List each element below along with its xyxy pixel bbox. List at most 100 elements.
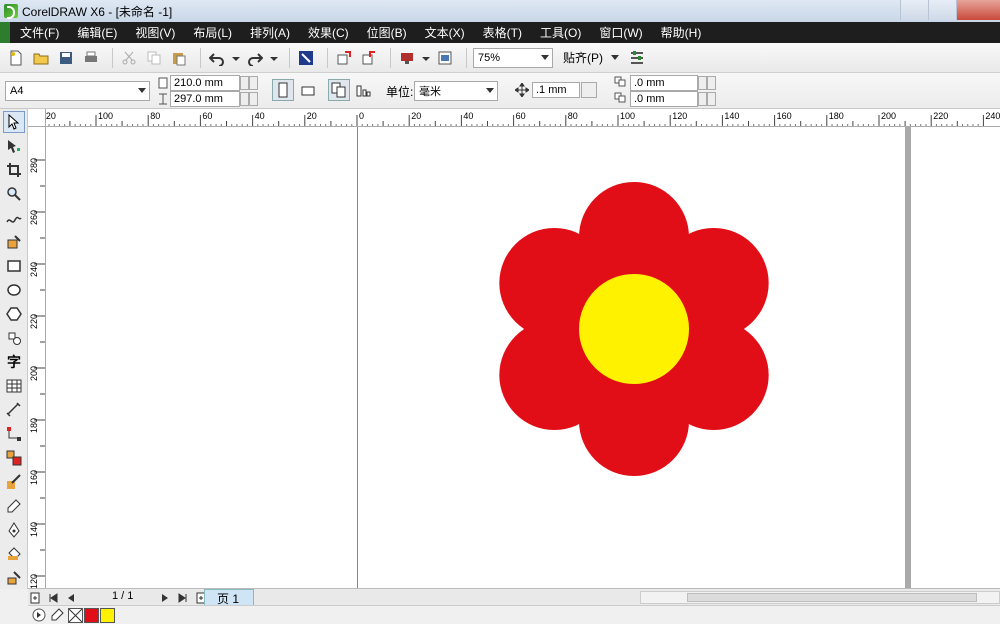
flower-drawing[interactable] <box>46 127 1000 588</box>
menu-edit[interactable]: 编辑(E) <box>77 24 117 41</box>
duplicate-y-spinner[interactable] <box>698 92 707 106</box>
polygon-tool[interactable] <box>3 303 25 325</box>
undo-dropdown[interactable] <box>232 48 240 68</box>
previous-page-button[interactable] <box>64 591 78 605</box>
units-select[interactable]: 毫米 <box>414 81 498 101</box>
page-width-field[interactable]: 210.0 mm <box>170 75 240 91</box>
duplicate-x-spinner-up[interactable] <box>707 76 716 90</box>
first-page-button[interactable] <box>46 591 60 605</box>
all-pages-button[interactable] <box>328 79 350 101</box>
no-color-swatch[interactable] <box>68 607 83 623</box>
color-swatch-yellow[interactable] <box>100 607 115 623</box>
menu-window[interactable]: 窗口(W) <box>599 24 642 41</box>
drawing-canvas[interactable] <box>46 127 1000 588</box>
next-page-button[interactable] <box>158 591 172 605</box>
menu-text[interactable]: 文本(X) <box>425 24 465 41</box>
standard-toolbar: 75% 贴齐(P) <box>0 43 1000 73</box>
application-launcher-button[interactable] <box>397 48 417 68</box>
eyedropper-tool[interactable] <box>3 495 25 517</box>
blend-tool[interactable] <box>3 447 25 469</box>
color-swatch-red[interactable] <box>84 607 99 623</box>
nudge-distance-field[interactable]: .1 mm <box>532 82 580 98</box>
ellipse-tool[interactable] <box>3 279 25 301</box>
page-tab[interactable]: 页 1 <box>204 589 254 606</box>
duplicate-x-field[interactable]: .0 mm <box>630 75 698 91</box>
dimension-tool[interactable] <box>3 399 25 421</box>
page-height-spinner[interactable] <box>240 92 249 106</box>
cut-button[interactable] <box>119 48 139 68</box>
outline-tool[interactable] <box>3 519 25 541</box>
landscape-button[interactable] <box>298 80 318 100</box>
page-width-spinner[interactable] <box>240 76 249 90</box>
ruler-label: 160 <box>777 111 792 121</box>
paint-bucket-icon <box>8 547 21 560</box>
undo-button[interactable] <box>207 48 227 68</box>
menu-effects[interactable]: 效果(C) <box>308 24 349 41</box>
copy-button[interactable] <box>144 48 164 68</box>
menu-arrange[interactable]: 排列(A) <box>250 24 290 41</box>
menu-grip <box>0 22 10 43</box>
interactive-fill-tool[interactable] <box>3 567 25 589</box>
maximize-button[interactable] <box>928 0 956 20</box>
fill-tool[interactable] <box>3 543 25 565</box>
portrait-button[interactable] <box>272 79 294 101</box>
flower-center[interactable] <box>579 274 689 384</box>
duplicate-y-spinner-up[interactable] <box>707 92 716 106</box>
scrollbar-thumb[interactable] <box>687 593 977 602</box>
page-size-select[interactable]: A4 <box>5 81 150 101</box>
menu-table[interactable]: 表格(T) <box>483 24 522 41</box>
open-button[interactable] <box>31 48 51 68</box>
page-width-spinner-up[interactable] <box>249 76 258 90</box>
menu-tools[interactable]: 工具(O) <box>540 24 581 41</box>
smart-fill-tool[interactable] <box>3 231 25 253</box>
copy-icon <box>147 51 161 64</box>
new-document-button[interactable] <box>6 48 26 68</box>
freehand-tool[interactable] <box>3 207 25 229</box>
vertical-ruler[interactable]: 280 260 240 220 200 180 160 140 120 <box>28 127 46 588</box>
connector-tool[interactable] <box>3 423 25 445</box>
menu-file[interactable]: 文件(F) <box>20 24 59 41</box>
export-button[interactable] <box>359 48 379 68</box>
close-button[interactable] <box>956 0 1000 20</box>
horizontal-scrollbar[interactable] <box>640 591 1000 604</box>
duplicate-y-field[interactable]: .0 mm <box>630 91 698 107</box>
save-button[interactable] <box>56 48 76 68</box>
menu-layout[interactable]: 布局(L) <box>193 24 232 41</box>
current-page-button[interactable] <box>353 80 373 100</box>
menu-help[interactable]: 帮助(H) <box>661 24 702 41</box>
nudge-spinner[interactable] <box>581 82 597 98</box>
palette-menu-icon[interactable] <box>32 608 46 622</box>
crop-tool[interactable] <box>3 159 25 181</box>
snap-to-dropdown[interactable]: 贴齐(P) <box>563 49 619 66</box>
redo-dropdown[interactable] <box>270 48 278 68</box>
launcher-dropdown[interactable] <box>422 48 430 68</box>
page-height-spinner-up[interactable] <box>249 92 258 106</box>
basic-shapes-tool[interactable] <box>3 327 25 349</box>
export-icon <box>362 50 375 64</box>
import-button[interactable] <box>334 48 354 68</box>
welcome-screen-button[interactable] <box>435 48 455 68</box>
rectangle-tool[interactable] <box>3 255 25 277</box>
search-content-button[interactable] <box>296 48 316 68</box>
print-button[interactable] <box>81 48 101 68</box>
add-page-before-button[interactable] <box>28 591 42 605</box>
horizontal-ruler[interactable]: 20 100 80 60 40 20 0 20 40 60 80 100 120 140 160 180 200… <box>46 109 1000 127</box>
eyedropper-icon[interactable] <box>50 608 64 622</box>
table-tool[interactable] <box>3 375 25 397</box>
menu-bitmaps[interactable]: 位图(B) <box>367 24 407 41</box>
paste-button[interactable] <box>169 48 189 68</box>
shape-tool[interactable] <box>3 135 25 157</box>
transparency-tool[interactable] <box>3 471 25 493</box>
last-page-button[interactable] <box>176 591 190 605</box>
options-button[interactable] <box>627 48 647 68</box>
minimize-button[interactable] <box>900 0 928 20</box>
redo-button[interactable] <box>245 48 265 68</box>
zoom-tool[interactable] <box>3 183 25 205</box>
page-height-field[interactable]: 297.0 mm <box>170 91 240 107</box>
text-tool[interactable]: 字 <box>3 351 25 373</box>
pick-tool[interactable] <box>3 111 25 133</box>
ruler-origin-corner[interactable] <box>28 109 46 127</box>
zoom-level-select[interactable]: 75% <box>473 47 553 68</box>
duplicate-x-spinner[interactable] <box>698 76 707 90</box>
menu-view[interactable]: 视图(V) <box>135 24 175 41</box>
